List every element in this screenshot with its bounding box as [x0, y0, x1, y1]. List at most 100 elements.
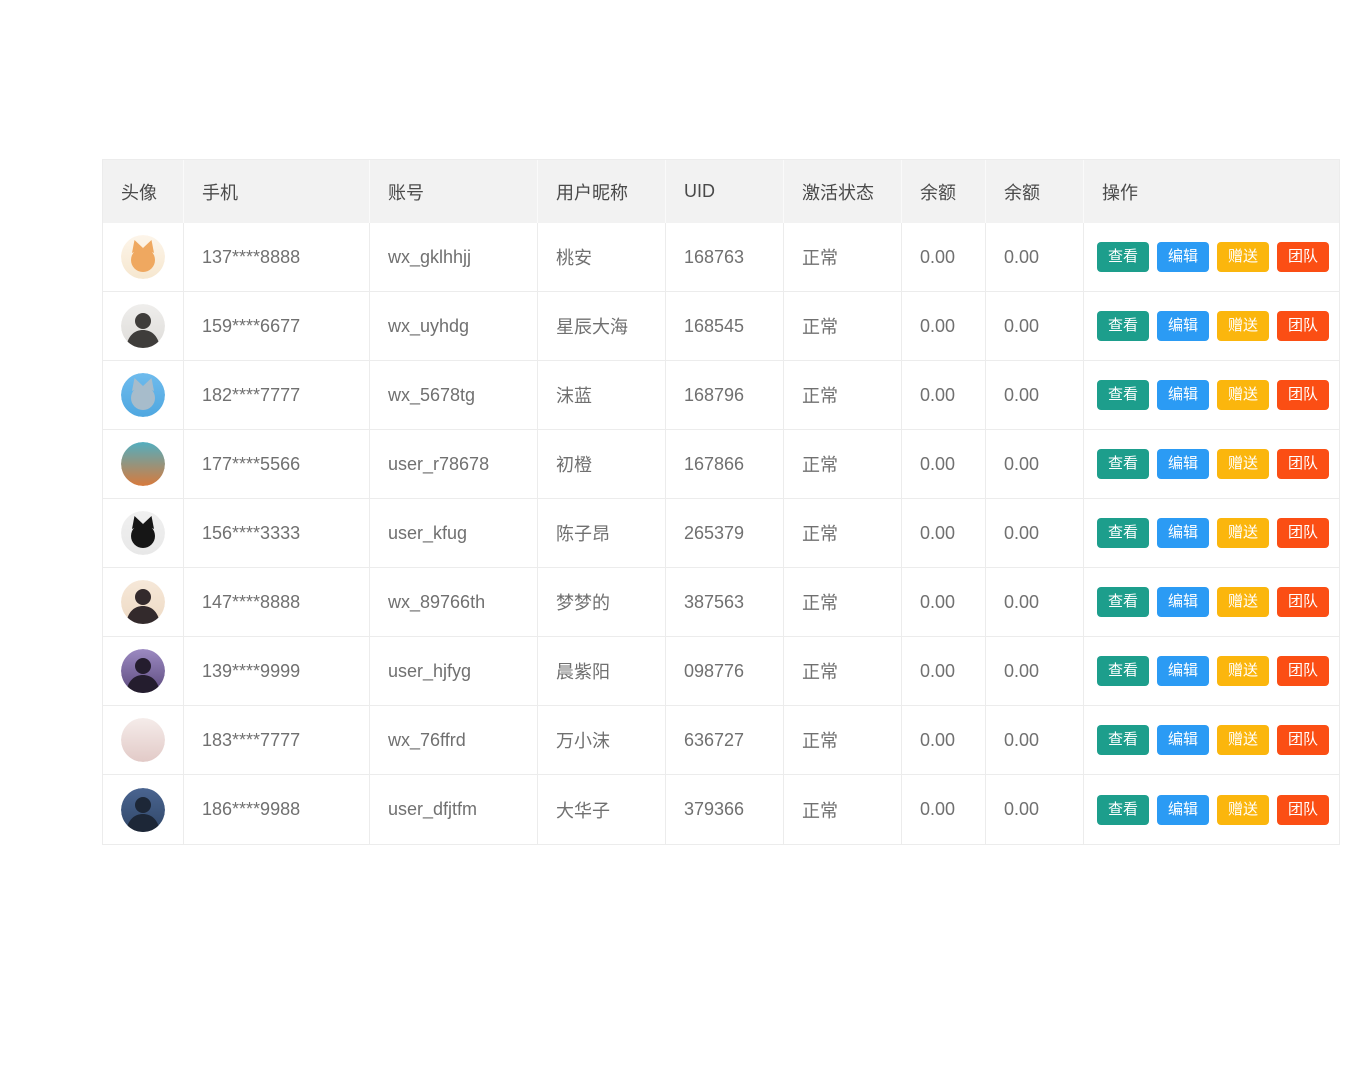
phone-cell: 177****5566: [184, 430, 370, 499]
nickname-cell: 陈子昂: [538, 499, 666, 568]
black-cat-avatar: [121, 511, 165, 555]
gift-button[interactable]: 赠送: [1217, 795, 1269, 825]
view-button[interactable]: 查看: [1097, 656, 1149, 686]
gift-button[interactable]: 赠送: [1217, 449, 1269, 479]
view-button[interactable]: 查看: [1097, 795, 1149, 825]
gift-button[interactable]: 赠送: [1217, 587, 1269, 617]
view-button[interactable]: 查看: [1097, 242, 1149, 272]
avatar-cell: [103, 430, 184, 499]
cartoon-cat-avatar: [121, 373, 165, 417]
phone-cell: 156****3333: [184, 499, 370, 568]
uid-cell: 098776: [666, 637, 784, 706]
gift-button[interactable]: 赠送: [1217, 242, 1269, 272]
view-button[interactable]: 查看: [1097, 311, 1149, 341]
team-button[interactable]: 团队: [1277, 587, 1329, 617]
balance1-cell: 0.00: [902, 706, 986, 775]
uid-cell: 168763: [666, 223, 784, 292]
edit-button[interactable]: 编辑: [1157, 518, 1209, 548]
edit-button[interactable]: 编辑: [1157, 795, 1209, 825]
table-row: 139****9999 user_hjfyg 晨紫阳 098776 正常 0.0…: [103, 637, 1339, 706]
status-cell: 正常: [784, 775, 902, 844]
team-button[interactable]: 团队: [1277, 242, 1329, 272]
account-cell: wx_89766th: [370, 568, 538, 637]
illustrated-girl-avatar: [121, 580, 165, 624]
balance2-cell: 0.00: [986, 775, 1084, 844]
view-button[interactable]: 查看: [1097, 380, 1149, 410]
edit-button[interactable]: 编辑: [1157, 725, 1209, 755]
uid-cell: 167866: [666, 430, 784, 499]
status-cell: 正常: [784, 568, 902, 637]
column-header-avatar: 头像: [103, 160, 184, 223]
view-button[interactable]: 查看: [1097, 587, 1149, 617]
actions-cell: 查看 编辑 赠送 团队: [1084, 361, 1339, 430]
column-header-balance2: 余额: [986, 160, 1084, 223]
team-button[interactable]: 团队: [1277, 795, 1329, 825]
avatar-cell: [103, 706, 184, 775]
balance1-cell: 0.00: [902, 361, 986, 430]
actions-cell: 查看 编辑 赠送 团队: [1084, 637, 1339, 706]
column-header-uid: UID: [666, 160, 784, 223]
balance2-cell: 0.00: [986, 430, 1084, 499]
balance2-cell: 0.00: [986, 292, 1084, 361]
view-button[interactable]: 查看: [1097, 518, 1149, 548]
gift-button[interactable]: 赠送: [1217, 311, 1269, 341]
team-button[interactable]: 团队: [1277, 725, 1329, 755]
illustrated-girl-blue-avatar: [121, 788, 165, 832]
column-header-status: 激活状态: [784, 160, 902, 223]
balance1-cell: 0.00: [902, 499, 986, 568]
status-cell: 正常: [784, 361, 902, 430]
edit-button[interactable]: 编辑: [1157, 311, 1209, 341]
status-cell: 正常: [784, 223, 902, 292]
shiba-dog-avatar: [121, 235, 165, 279]
team-button[interactable]: 团队: [1277, 518, 1329, 548]
gift-button[interactable]: 赠送: [1217, 380, 1269, 410]
nickname-cell: 沫蓝: [538, 361, 666, 430]
gift-button[interactable]: 赠送: [1217, 656, 1269, 686]
gift-button[interactable]: 赠送: [1217, 725, 1269, 755]
man-photo-avatar: [121, 304, 165, 348]
avatar-cell: [103, 568, 184, 637]
view-button[interactable]: 查看: [1097, 449, 1149, 479]
edit-button[interactable]: 编辑: [1157, 380, 1209, 410]
page: 头像 手机 账号 用户昵称 UID 激活状态 余额 余额 操作 137****8…: [0, 0, 1360, 1084]
status-cell: 正常: [784, 706, 902, 775]
phone-cell: 159****6677: [184, 292, 370, 361]
gift-button[interactable]: 赠送: [1217, 518, 1269, 548]
phone-cell: 137****8888: [184, 223, 370, 292]
uid-cell: 379366: [666, 775, 784, 844]
hand-window-photo-avatar: [121, 718, 165, 762]
balance1-cell: 0.00: [902, 568, 986, 637]
table-row: 182****7777 wx_5678tg 沫蓝 168796 正常 0.00 …: [103, 361, 1339, 430]
edit-button[interactable]: 编辑: [1157, 242, 1209, 272]
table-row: 186****9988 user_dfjtfm 大华子 379366 正常 0.…: [103, 775, 1339, 844]
team-button[interactable]: 团队: [1277, 656, 1329, 686]
edit-button[interactable]: 编辑: [1157, 449, 1209, 479]
balance2-cell: 0.00: [986, 706, 1084, 775]
uid-cell: 168796: [666, 361, 784, 430]
table-row: 147****8888 wx_89766th 梦梦的 387563 正常 0.0…: [103, 568, 1339, 637]
actions-cell: 查看 编辑 赠送 团队: [1084, 430, 1339, 499]
phone-cell: 182****7777: [184, 361, 370, 430]
team-button[interactable]: 团队: [1277, 449, 1329, 479]
team-button[interactable]: 团队: [1277, 311, 1329, 341]
edit-button[interactable]: 编辑: [1157, 656, 1209, 686]
actions-cell: 查看 编辑 赠送 团队: [1084, 292, 1339, 361]
status-cell: 正常: [784, 637, 902, 706]
team-button[interactable]: 团队: [1277, 380, 1329, 410]
balance2-cell: 0.00: [986, 223, 1084, 292]
actions-cell: 查看 编辑 赠送 团队: [1084, 706, 1339, 775]
actions-cell: 查看 编辑 赠送 团队: [1084, 568, 1339, 637]
balance1-cell: 0.00: [902, 775, 986, 844]
edit-button[interactable]: 编辑: [1157, 587, 1209, 617]
uid-cell: 265379: [666, 499, 784, 568]
avatar-cell: [103, 361, 184, 430]
account-cell: wx_5678tg: [370, 361, 538, 430]
avatar-cell: [103, 292, 184, 361]
column-header-phone: 手机: [184, 160, 370, 223]
column-header-nickname: 用户昵称: [538, 160, 666, 223]
nickname-cell: 万小沫: [538, 706, 666, 775]
account-cell: wx_gklhhjj: [370, 223, 538, 292]
view-button[interactable]: 查看: [1097, 725, 1149, 755]
avatar-cell: [103, 637, 184, 706]
uid-cell: 168545: [666, 292, 784, 361]
